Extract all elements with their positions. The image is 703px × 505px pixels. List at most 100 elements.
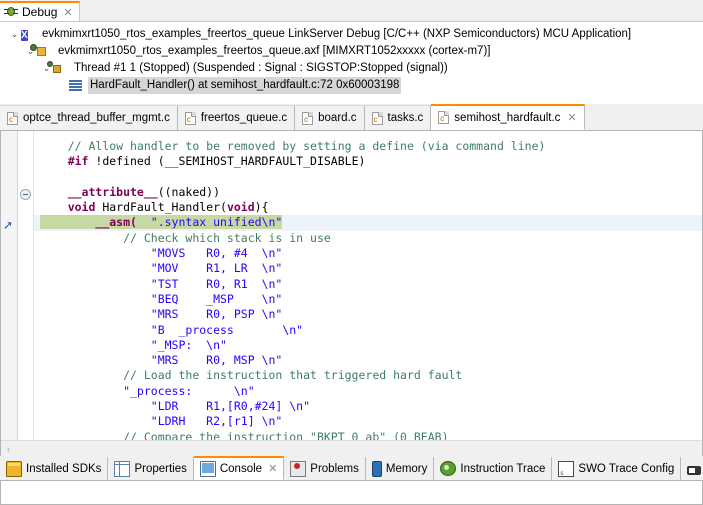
editor-marker-ruler[interactable]: ➚ bbox=[1, 131, 18, 456]
code-token: #if bbox=[40, 154, 96, 169]
tab-tasks[interactable]: tasks.c bbox=[364, 105, 432, 130]
close-icon[interactable]: ✕ bbox=[268, 462, 277, 475]
bottom-tabbar: Installed SDKs Properties Console ✕ Prob… bbox=[0, 456, 703, 481]
tree-row[interactable]: ⌄ Thread #1 1 (Stopped) (Suspended : Sig… bbox=[0, 60, 703, 77]
bottom-view-area: Installed SDKs Properties Console ✕ Prob… bbox=[0, 456, 703, 505]
code-token: ((naked)) bbox=[157, 184, 221, 199]
code-token: // Allow handler to be removed by settin… bbox=[40, 139, 546, 153]
launch-config-icon: X bbox=[21, 30, 28, 41]
code-line: "MOVS R0, #4 \n" bbox=[34, 246, 702, 261]
code-token: ){ bbox=[254, 200, 269, 215]
code-token: "TST R0, R1 \n" bbox=[40, 276, 283, 291]
tree-item-label: Thread #1 1 (Stopped) (Suspended : Signa… bbox=[74, 62, 448, 74]
code-line: "B _process \n" bbox=[34, 323, 702, 338]
c-file-icon bbox=[371, 111, 383, 125]
bottom-tab-label: SWO Trace Config bbox=[578, 462, 675, 475]
tree-row[interactable]: ⌄ evkmimxrt1050_rtos_examples_freertos_q… bbox=[0, 43, 703, 60]
code-line: #if !defined (__SEMIHOST_HARDFAULT_DISAB… bbox=[34, 154, 702, 169]
code-token: "MOVS R0, #4 \n" bbox=[40, 246, 283, 261]
editor-tab-label: freertos_queue.c bbox=[200, 112, 288, 124]
editor-area: optce_thread_buffer_mgmt.c freertos_queu… bbox=[0, 104, 703, 457]
code-line: "MRS R0, MSP \n" bbox=[34, 353, 702, 368]
c-file-icon bbox=[302, 111, 314, 125]
tab-instruction-trace[interactable]: Instruction Trace bbox=[434, 457, 553, 480]
code-token: "B _process \n" bbox=[40, 322, 304, 337]
tab-semihost_hardfault[interactable]: semihost_hardfault.c ✕ bbox=[431, 104, 585, 130]
tab-freertos_queue[interactable]: freertos_queue.c bbox=[177, 105, 296, 130]
close-icon[interactable]: ✕ bbox=[567, 111, 576, 124]
chevron-down-icon[interactable]: ⌄ bbox=[8, 26, 21, 43]
bug-icon bbox=[4, 5, 18, 19]
code-token: HardFault_Handler( bbox=[102, 200, 227, 215]
code-text-area[interactable]: // Allow handler to be removed by settin… bbox=[34, 131, 702, 456]
thread-icon bbox=[47, 61, 69, 76]
memory-icon bbox=[371, 460, 382, 477]
code-line: // Check which stack is in use bbox=[34, 231, 702, 246]
tree-item-label: evkmimxrt1050_rtos_examples_freertos_que… bbox=[58, 45, 491, 57]
code-token: "MRS R0, MSP \n" bbox=[40, 353, 283, 368]
execution-pointer-icon: ➚ bbox=[3, 218, 14, 232]
tab-port[interactable]: Po bbox=[681, 457, 703, 480]
tab-swo-trace-config[interactable]: SWO Trace Config bbox=[552, 457, 682, 480]
instruction-trace-icon bbox=[440, 461, 457, 476]
tree-row[interactable]: ⌄ X evkmimxrt1050_rtos_examples_freertos… bbox=[0, 26, 703, 43]
tab-console[interactable]: Console ✕ bbox=[193, 456, 285, 480]
debug-tree[interactable]: ⌄ X evkmimxrt1050_rtos_examples_freertos… bbox=[0, 22, 703, 104]
properties-icon bbox=[114, 460, 131, 477]
code-line: // Allow handler to be removed by settin… bbox=[34, 139, 702, 154]
problems-icon bbox=[290, 460, 307, 477]
editor-tab-label: tasks.c bbox=[387, 112, 424, 124]
code-token-selected: __asm( bbox=[40, 215, 144, 230]
tab-debug-label: Debug bbox=[22, 5, 58, 19]
code-token: void bbox=[40, 200, 103, 215]
code-line: "_MSP: \n" bbox=[34, 338, 702, 353]
tab-properties[interactable]: Properties bbox=[108, 457, 194, 480]
editor-folding-ruler[interactable] bbox=[18, 131, 34, 456]
debug-view: Debug ✕ ⌄ X evkmimxrt1050_rtos_examples_… bbox=[0, 0, 703, 104]
code-line: "LDR R1,[R0,#24] \n" bbox=[34, 399, 702, 414]
code-token: "MRS R0, PSP \n" bbox=[40, 307, 283, 322]
code-token: __attribute__ bbox=[40, 184, 158, 199]
code-line: "LDRH R2,[r1] \n" bbox=[34, 414, 702, 429]
bottom-tab-label: Memory bbox=[385, 462, 428, 475]
code-token: "MOV R1, LR \n" bbox=[40, 261, 283, 276]
bottom-tab-label: Console bbox=[219, 462, 263, 475]
code-line-current: __asm( ".syntax unified\n" bbox=[34, 215, 702, 231]
chevron-left-icon[interactable]: ‹ bbox=[1, 444, 16, 454]
debug-view-tabbar: Debug ✕ bbox=[0, 0, 703, 22]
tab-board[interactable]: board.c bbox=[295, 105, 365, 130]
bottom-tab-label: Properties bbox=[134, 462, 187, 475]
tab-memory[interactable]: Memory bbox=[365, 457, 435, 480]
code-line: void HardFault_Handler(void){ bbox=[34, 200, 702, 215]
process-icon bbox=[30, 44, 53, 59]
console-output-area[interactable] bbox=[0, 481, 703, 505]
editor-body[interactable]: ➚ // Allow handler to be removed by sett… bbox=[0, 131, 703, 457]
code-line: "TST R0, R1 \n" bbox=[34, 277, 702, 292]
close-icon[interactable]: ✕ bbox=[63, 6, 72, 19]
bottom-tab-label: Installed SDKs bbox=[26, 462, 102, 475]
code-line: "_process: \n" bbox=[34, 384, 702, 399]
editor-tab-label: optce_thread_buffer_mgmt.c bbox=[23, 112, 170, 124]
tab-problems[interactable]: Problems bbox=[284, 457, 366, 480]
code-token: "LDR R1,[R0,#24] \n" bbox=[40, 399, 311, 414]
tree-row-stack-frame[interactable]: HardFault_Handler() at semihost_hardfaul… bbox=[0, 77, 703, 94]
editor-horizontal-scrollbar[interactable]: ‹ bbox=[1, 440, 702, 456]
fold-collapse-icon[interactable] bbox=[20, 189, 31, 200]
bottom-tab-label: Problems bbox=[310, 462, 359, 475]
port-icon bbox=[687, 465, 702, 475]
code-line: __attribute__((naked)) bbox=[34, 185, 702, 200]
c-file-icon bbox=[7, 111, 18, 125]
editor-tabbar: optce_thread_buffer_mgmt.c freertos_queu… bbox=[0, 104, 703, 131]
editor-tab-label: semihost_hardfault.c bbox=[454, 111, 561, 124]
tab-debug[interactable]: Debug ✕ bbox=[0, 1, 80, 21]
stack-frame-icon bbox=[69, 78, 85, 93]
tab-optce_thread_buffer_mgmt[interactable]: optce_thread_buffer_mgmt.c bbox=[0, 105, 178, 130]
code-token: "LDRH R2,[r1] \n" bbox=[40, 414, 283, 429]
tab-installed-sdks[interactable]: Installed SDKs bbox=[0, 457, 109, 480]
code-line: // Load the instruction that triggered h… bbox=[34, 368, 702, 383]
code-token: void bbox=[226, 200, 255, 215]
bottom-tab-label: Instruction Trace bbox=[460, 462, 546, 475]
code-line: "BEQ _MSP \n" bbox=[34, 292, 702, 307]
code-line: "MOV R1, LR \n" bbox=[34, 261, 702, 276]
swo-trace-icon bbox=[558, 460, 575, 477]
